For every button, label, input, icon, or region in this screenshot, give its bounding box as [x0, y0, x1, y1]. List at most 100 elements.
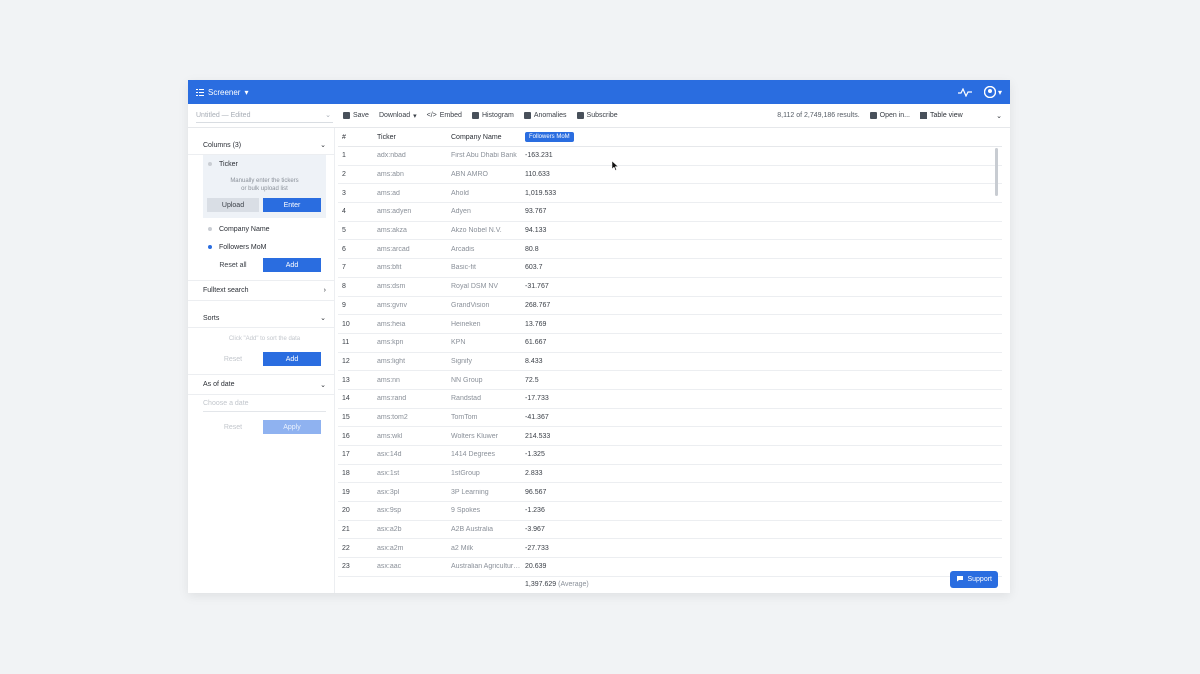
header-ticker[interactable]: Ticker — [377, 134, 451, 141]
header-company-name[interactable]: Company Name — [451, 134, 525, 141]
fulltext-search-header[interactable]: Fulltext search › — [188, 281, 334, 301]
table-row[interactable]: 6 ams:arcad Arcadis 80.8 — [338, 240, 1002, 260]
table-row[interactable]: 3 ams:ad Ahold 1,019.533 — [338, 184, 1002, 204]
table-row[interactable]: 11 ams:kpn KPN 61.667 — [338, 334, 1002, 353]
column-dot-icon — [208, 227, 212, 231]
ticker-column-box: Ticker Manually enter the tickers or bul… — [203, 155, 326, 218]
upload-button[interactable]: Upload — [207, 198, 259, 212]
download-label: Download — [378, 112, 411, 119]
table-row[interactable]: 21 asx:a2b A2B Australia -3.967 — [338, 521, 1002, 540]
row-followers-mom: 8.433 — [525, 357, 543, 365]
date-reset-button[interactable]: Reset — [207, 420, 259, 434]
row-company-name: Randstad — [451, 395, 481, 403]
date-input[interactable]: Choose a date — [203, 395, 326, 412]
table-row[interactable]: 4 ams:adyen Adyen 93.767 — [338, 203, 1002, 222]
embed-button[interactable]: </> Embed — [427, 109, 462, 123]
anomalies-icon — [523, 112, 531, 119]
table-row[interactable]: 10 ams:heia Heineken 13.769 — [338, 315, 1002, 334]
table-row[interactable]: 17 asx:14d 1414 Degrees -1.325 — [338, 446, 1002, 465]
screen-title-field[interactable]: Untitled — Edited ⌄ — [196, 108, 333, 123]
row-company-name: Arcadis — [451, 245, 475, 253]
table-scrollbar[interactable] — [995, 148, 998, 196]
support-label: Support — [967, 576, 992, 583]
date-apply-button[interactable]: Apply — [263, 420, 321, 434]
anomalies-button[interactable]: Anomalies — [523, 109, 567, 123]
row-ticker: ams:ad — [377, 189, 400, 197]
sorts-section-header[interactable]: Sorts ⌄ — [188, 309, 334, 328]
table-row[interactable]: 19 asx:3pl 3P Learning 96.567 — [338, 483, 1002, 503]
row-index: 8 — [342, 283, 346, 291]
screen-title: Untitled — Edited — [196, 111, 251, 119]
add-column-button[interactable]: Add — [263, 258, 321, 272]
results-count: 8,112 of 2,749,186 results. — [777, 112, 860, 119]
sorts-reset-button[interactable]: Reset — [207, 352, 259, 366]
table-row[interactable]: 8 ams:dsm Royal DSM NV -31.767 — [338, 278, 1002, 297]
row-followers-mom: 2.833 — [525, 470, 543, 478]
row-followers-mom: 72.5 — [525, 376, 539, 384]
row-company-name: Wolters Kluwer — [451, 432, 498, 440]
table-row[interactable]: 2 ams:abn ABN AMRO 110.633 — [338, 166, 1002, 185]
sorts-add-button[interactable]: Add — [263, 352, 321, 366]
table-footer: 1,397.629 (Average) — [338, 577, 1002, 593]
screener-menu[interactable]: Screener ▾ — [196, 88, 248, 97]
row-followers-mom: 13.769 — [525, 320, 547, 328]
table-row[interactable]: 7 ams:bfit Basic-fit 603.7 — [338, 259, 1002, 278]
table-row[interactable]: 16 ams:wkl Wolters Kluwer 214.533 — [338, 427, 1002, 446]
support-button[interactable]: Support — [950, 571, 998, 588]
row-ticker: ams:rand — [377, 395, 407, 403]
row-company-name: 3P Learning — [451, 488, 489, 496]
view-label: Table view — [930, 112, 963, 119]
row-index: 3 — [342, 189, 346, 197]
top-bar: Screener ▾ ▾ — [188, 80, 1010, 104]
row-company-name: First Abu Dhabi Bank — [451, 152, 517, 160]
table-row[interactable]: 12 ams:light Signify 8.433 — [338, 353, 1002, 372]
open-in-label: Open in... — [879, 112, 910, 119]
row-followers-mom: 214.533 — [525, 432, 551, 440]
row-index: 23 — [342, 563, 350, 571]
column-item-company-name[interactable]: Company Name — [188, 220, 334, 238]
column-item-ticker[interactable]: Ticker — [203, 155, 326, 173]
embed-icon: </> — [426, 112, 437, 119]
user-avatar-icon[interactable]: ▾ — [983, 86, 1002, 98]
row-followers-mom: 61.667 — [525, 339, 547, 347]
grid-icon — [869, 112, 877, 119]
row-index: 9 — [342, 301, 346, 309]
table-row[interactable]: 5 ams:akza Akzo Nobel N.V. 94.133 — [338, 222, 1002, 241]
histogram-button[interactable]: Histogram — [471, 109, 514, 123]
row-index: 6 — [342, 245, 346, 253]
table-row[interactable]: 1 adx:nbad First Abu Dhabi Bank -163.231 — [338, 147, 1002, 166]
enter-button[interactable]: Enter — [263, 198, 321, 212]
header-followers-mom[interactable]: Followers MoM — [525, 132, 574, 142]
list-icon — [196, 88, 204, 96]
row-company-name: TomTom — [451, 413, 478, 421]
columns-section-header[interactable]: Columns (3) ⌄ — [188, 136, 334, 155]
table-row[interactable]: 9 ams:gvnv GrandVision 268.767 — [338, 297, 1002, 316]
chevron-down-icon: ▾ — [413, 112, 417, 120]
view-select[interactable]: Table view ⌄ — [920, 112, 1002, 120]
row-followers-mom: -41.367 — [525, 413, 549, 421]
header-index[interactable]: # — [338, 134, 377, 141]
screener-app: Screener ▾ ▾ Untitled — Edited ⌄ Save Do… — [188, 80, 1010, 593]
table-row[interactable]: 14 ams:rand Randstad -17.733 — [338, 390, 1002, 409]
column-item-followers-mom[interactable]: Followers MoM — [188, 238, 334, 256]
activity-icon[interactable] — [957, 87, 972, 97]
open-in-button[interactable]: Open in... — [869, 109, 910, 123]
row-index: 4 — [342, 208, 346, 216]
table-row[interactable]: 23 asx:aac Australian Agricultural Company… — [338, 558, 1002, 577]
table-row[interactable]: 20 asx:9sp 9 Spokes -1.236 — [338, 502, 1002, 521]
table-row[interactable]: 15 ams:tom2 TomTom -41.367 — [338, 409, 1002, 428]
save-button[interactable]: Save — [343, 109, 369, 123]
reset-all-button[interactable]: Reset all — [207, 258, 259, 272]
row-ticker: asx:aac — [377, 563, 402, 571]
download-button[interactable]: Download ▾ — [379, 109, 417, 123]
row-company-name: Royal DSM NV — [451, 283, 499, 291]
subscribe-button[interactable]: Subscribe — [576, 109, 618, 123]
row-ticker: ams:bfit — [377, 264, 402, 272]
row-ticker: ams:abn — [377, 171, 404, 179]
row-company-name: Heineken — [451, 320, 481, 328]
table-row[interactable]: 18 asx:1st 1stGroup 2.833 — [338, 465, 1002, 484]
table-row[interactable]: 13 ams:nn NN Group 72.5 — [338, 371, 1002, 390]
as-of-date-header[interactable]: As of date ⌄ — [188, 375, 334, 395]
table-row[interactable]: 22 asx:a2m a2 Milk -27.733 — [338, 539, 1002, 559]
row-company-name: KPN — [451, 339, 466, 347]
